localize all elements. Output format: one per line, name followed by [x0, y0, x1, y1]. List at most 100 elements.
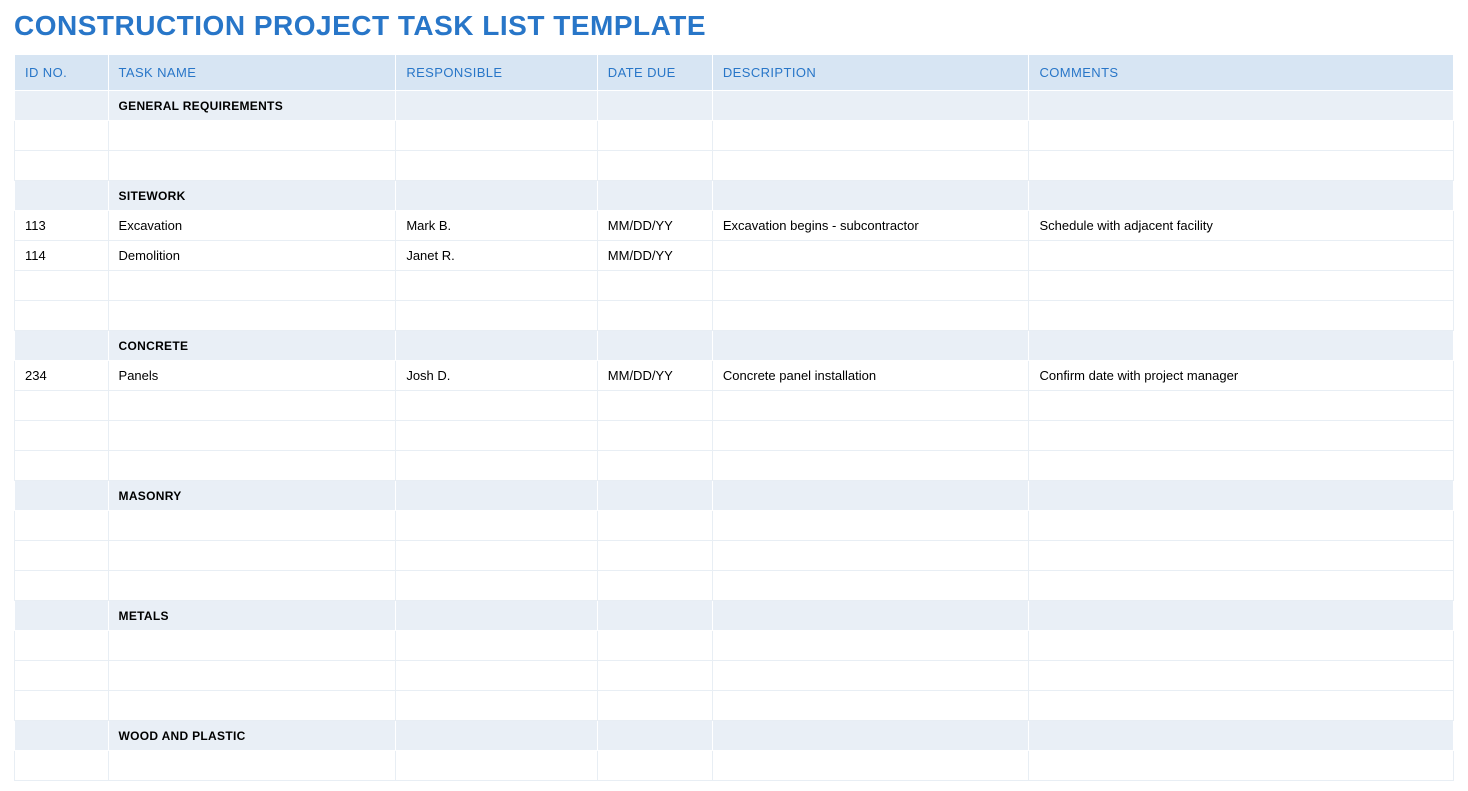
cell-responsible[interactable]	[396, 631, 597, 661]
cell-description[interactable]	[712, 541, 1029, 571]
cell-due[interactable]	[597, 631, 712, 661]
cell-task[interactable]	[108, 571, 396, 601]
cell-task[interactable]: Demolition	[108, 241, 396, 271]
cell-due[interactable]	[597, 691, 712, 721]
cell-id[interactable]	[15, 391, 109, 421]
cell-task[interactable]	[108, 151, 396, 181]
cell-task[interactable]	[108, 541, 396, 571]
cell-due[interactable]	[597, 661, 712, 691]
cell-task[interactable]	[108, 421, 396, 451]
cell-comments[interactable]	[1029, 571, 1454, 601]
cell-task[interactable]	[108, 511, 396, 541]
cell-comments[interactable]	[1029, 151, 1454, 181]
cell-id[interactable]	[15, 661, 109, 691]
cell-id[interactable]: 234	[15, 361, 109, 391]
cell-description[interactable]	[712, 151, 1029, 181]
cell-description[interactable]	[712, 241, 1029, 271]
cell-description[interactable]	[712, 121, 1029, 151]
cell-id[interactable]	[15, 421, 109, 451]
cell-responsible[interactable]	[396, 691, 597, 721]
cell-responsible[interactable]	[396, 121, 597, 151]
cell-id[interactable]	[15, 121, 109, 151]
cell-due[interactable]	[597, 511, 712, 541]
cell-comments[interactable]	[1029, 421, 1454, 451]
cell-id[interactable]	[15, 571, 109, 601]
cell-comments[interactable]: Schedule with adjacent facility	[1029, 211, 1454, 241]
cell-responsible[interactable]	[396, 541, 597, 571]
cell-due[interactable]	[597, 571, 712, 601]
cell-description[interactable]	[712, 691, 1029, 721]
cell-comments[interactable]	[1029, 301, 1454, 331]
cell-description[interactable]: Excavation begins - subcontractor	[712, 211, 1029, 241]
cell-description[interactable]	[712, 271, 1029, 301]
cell-task[interactable]	[108, 301, 396, 331]
cell-responsible[interactable]	[396, 661, 597, 691]
cell-responsible[interactable]	[396, 511, 597, 541]
cell-responsible[interactable]	[396, 391, 597, 421]
cell-comments[interactable]	[1029, 631, 1454, 661]
cell-responsible[interactable]	[396, 271, 597, 301]
cell-task[interactable]	[108, 271, 396, 301]
cell-comments[interactable]	[1029, 661, 1454, 691]
cell-comments[interactable]	[1029, 271, 1454, 301]
cell-description[interactable]	[712, 301, 1029, 331]
cell-task[interactable]	[108, 661, 396, 691]
cell-due[interactable]: MM/DD/YY	[597, 211, 712, 241]
cell-id[interactable]	[15, 751, 109, 781]
cell-description[interactable]	[712, 631, 1029, 661]
cell-due[interactable]	[597, 421, 712, 451]
cell-due[interactable]	[597, 151, 712, 181]
cell-task[interactable]	[108, 391, 396, 421]
cell-task[interactable]	[108, 751, 396, 781]
cell-due[interactable]	[597, 301, 712, 331]
cell-description[interactable]	[712, 661, 1029, 691]
cell-id[interactable]	[15, 541, 109, 571]
cell-responsible[interactable]	[396, 751, 597, 781]
cell-description[interactable]	[712, 451, 1029, 481]
cell-comments[interactable]: Confirm date with project manager	[1029, 361, 1454, 391]
cell-due[interactable]	[597, 451, 712, 481]
cell-responsible[interactable]: Mark B.	[396, 211, 597, 241]
cell-responsible[interactable]: Josh D.	[396, 361, 597, 391]
cell-comments[interactable]	[1029, 391, 1454, 421]
cell-comments[interactable]	[1029, 451, 1454, 481]
cell-id[interactable]: 113	[15, 211, 109, 241]
cell-due[interactable]	[597, 751, 712, 781]
cell-comments[interactable]	[1029, 541, 1454, 571]
cell-due[interactable]: MM/DD/YY	[597, 361, 712, 391]
cell-responsible[interactable]	[396, 571, 597, 601]
cell-id[interactable]	[15, 511, 109, 541]
cell-description[interactable]	[712, 751, 1029, 781]
cell-task[interactable]	[108, 691, 396, 721]
cell-comments[interactable]	[1029, 241, 1454, 271]
cell-responsible[interactable]	[396, 451, 597, 481]
cell-description[interactable]	[712, 391, 1029, 421]
cell-task[interactable]: Excavation	[108, 211, 396, 241]
cell-id[interactable]	[15, 691, 109, 721]
cell-task[interactable]: Panels	[108, 361, 396, 391]
cell-description[interactable]	[712, 421, 1029, 451]
cell-responsible[interactable]	[396, 151, 597, 181]
cell-responsible[interactable]: Janet R.	[396, 241, 597, 271]
cell-id[interactable]	[15, 301, 109, 331]
cell-responsible[interactable]	[396, 301, 597, 331]
cell-task[interactable]	[108, 631, 396, 661]
cell-id[interactable]: 114	[15, 241, 109, 271]
cell-comments[interactable]	[1029, 691, 1454, 721]
cell-description[interactable]	[712, 571, 1029, 601]
cell-responsible[interactable]	[396, 421, 597, 451]
cell-task[interactable]	[108, 121, 396, 151]
cell-due[interactable]	[597, 391, 712, 421]
cell-comments[interactable]	[1029, 751, 1454, 781]
cell-due[interactable]	[597, 121, 712, 151]
cell-id[interactable]	[15, 151, 109, 181]
cell-id[interactable]	[15, 271, 109, 301]
cell-due[interactable]: MM/DD/YY	[597, 241, 712, 271]
cell-comments[interactable]	[1029, 511, 1454, 541]
cell-due[interactable]	[597, 271, 712, 301]
cell-description[interactable]	[712, 511, 1029, 541]
cell-description[interactable]: Concrete panel installation	[712, 361, 1029, 391]
cell-task[interactable]	[108, 451, 396, 481]
cell-due[interactable]	[597, 541, 712, 571]
cell-id[interactable]	[15, 631, 109, 661]
